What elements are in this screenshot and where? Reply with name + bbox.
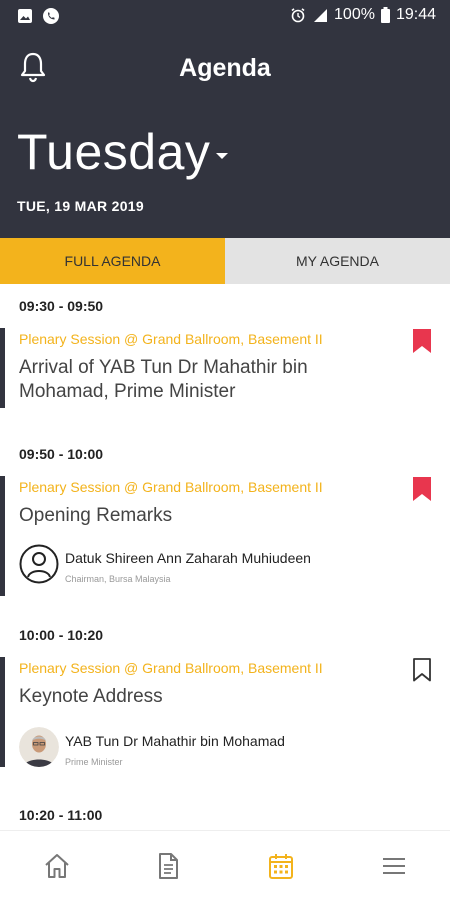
page-title: Agenda — [179, 54, 271, 82]
tab-full-agenda[interactable]: FULL AGENDA — [0, 238, 225, 284]
app-header: 100% 19:44 Agenda Tuesday TUE, 19 MAR 20… — [0, 0, 450, 238]
bottom-nav — [0, 830, 450, 900]
item-accent-bar — [0, 476, 5, 596]
speaker-name: Datuk Shireen Ann Zaharah Muhiudeen — [65, 550, 311, 566]
clock-time: 19:44 — [395, 6, 436, 23]
battery-percent: 100% — [334, 6, 375, 23]
gallery-icon — [18, 9, 32, 23]
agenda-item[interactable]: Plenary Session @ Grand Ballroom, Baseme… — [0, 476, 450, 596]
full-date: TUE, 19 MAR 2019 — [17, 198, 144, 214]
phone-icon — [43, 8, 59, 24]
session-title: Keynote Address — [19, 686, 163, 707]
day-name: Tuesday — [17, 124, 211, 180]
alarm-icon — [291, 8, 305, 23]
agenda-item[interactable]: Plenary Session @ Grand Ballroom, Baseme… — [0, 328, 450, 408]
menu-icon[interactable] — [379, 851, 409, 881]
speaker-role: Chairman, Bursa Malaysia — [65, 574, 171, 584]
agenda-tabs: FULL AGENDA MY AGENDA — [0, 238, 450, 284]
speaker[interactable]: YAB Tun Dr Mahathir bin Mohamad Prime Mi… — [19, 727, 285, 767]
caret-down-icon — [216, 153, 229, 159]
speaker-name: YAB Tun Dr Mahathir bin Mohamad — [65, 733, 285, 749]
status-bar: 100% 19:44 — [0, 0, 450, 32]
day-selector[interactable]: Tuesday — [17, 123, 229, 181]
user-avatar-icon — [19, 544, 59, 584]
battery-icon — [380, 7, 390, 23]
item-accent-bar — [0, 328, 5, 408]
signal-icon — [314, 9, 328, 22]
session-time: 09:30 - 09:50 — [19, 298, 104, 314]
session-time: 09:50 - 10:00 — [19, 446, 104, 462]
session-title: Arrival of YAB Tun Dr Mahathir bin Moham… — [19, 357, 308, 402]
bookmark-outline-icon[interactable] — [412, 657, 432, 683]
session-venue: Plenary Session @ Grand Ballroom, Baseme… — [19, 331, 323, 347]
agenda-list: 09:30 - 09:50 Plenary Session @ Grand Ba… — [0, 284, 450, 830]
home-icon[interactable] — [42, 851, 72, 881]
tab-my-agenda[interactable]: MY AGENDA — [225, 238, 450, 284]
session-venue: Plenary Session @ Grand Ballroom, Baseme… — [19, 479, 323, 495]
session-venue: Plenary Session @ Grand Ballroom, Baseme… — [19, 660, 323, 676]
bookmark-filled-icon[interactable] — [412, 328, 432, 354]
agenda-item[interactable]: Plenary Session @ Grand Ballroom, Baseme… — [0, 657, 450, 767]
document-icon[interactable] — [153, 851, 183, 881]
speaker[interactable]: Datuk Shireen Ann Zaharah Muhiudeen Chai… — [19, 544, 311, 584]
speaker-photo — [19, 727, 59, 767]
session-title: Opening Remarks — [19, 505, 173, 526]
bookmark-filled-icon[interactable] — [412, 476, 432, 502]
session-time: 10:00 - 10:20 — [19, 627, 104, 643]
speaker-role: Prime Minister — [65, 757, 123, 767]
session-time: 10:20 - 11:00 — [19, 807, 103, 823]
calendar-icon[interactable] — [266, 851, 296, 881]
item-accent-bar — [0, 657, 5, 767]
